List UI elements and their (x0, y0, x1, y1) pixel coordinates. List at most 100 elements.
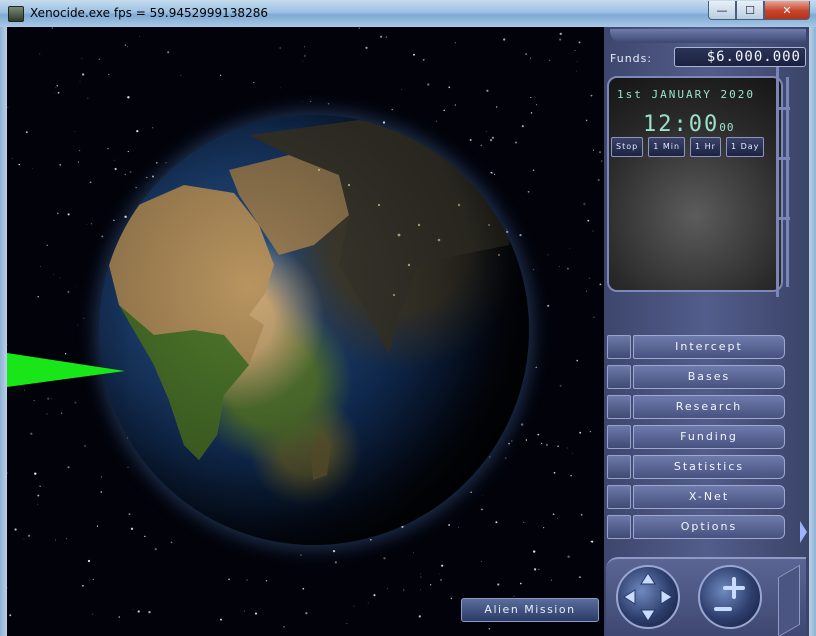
star (547, 254, 549, 256)
star (489, 138, 493, 142)
star (533, 550, 536, 553)
options-button[interactable]: Options (633, 515, 785, 539)
star (489, 456, 491, 458)
star (146, 176, 148, 179)
star (385, 36, 388, 38)
side-panel: Funds: $6.000.000 1st JANUARY 2020 12:00… (604, 27, 809, 636)
close-button[interactable]: ✕ (764, 1, 810, 20)
star (7, 587, 8, 589)
star (567, 555, 570, 558)
star (515, 141, 517, 144)
star (34, 472, 37, 475)
star (380, 35, 383, 38)
statistics-button[interactable]: Statistics (633, 455, 785, 479)
star (81, 58, 83, 60)
star (585, 290, 588, 292)
menu-nub (607, 425, 631, 449)
star (422, 58, 425, 61)
time-speed-buttons: Stop 1 Min 1 Hr 1 Day (611, 137, 765, 157)
funds-label: Funds: (610, 52, 653, 65)
star (550, 579, 553, 581)
star (219, 74, 222, 76)
maximize-button[interactable]: ☐ (736, 1, 764, 20)
speed-stop-button[interactable]: Stop (611, 137, 644, 157)
xnet-button[interactable]: X-Net (633, 485, 785, 509)
star (37, 503, 38, 505)
star (90, 223, 93, 225)
star (591, 540, 594, 543)
star (412, 551, 414, 553)
speed-1min-button[interactable]: 1 Min (648, 137, 686, 157)
star (373, 594, 376, 597)
star (442, 561, 443, 562)
alien-mission-button[interactable]: Alien Mission (461, 598, 599, 622)
star (165, 162, 167, 164)
time-seconds: 00 (719, 121, 735, 134)
star (67, 290, 70, 293)
star (28, 534, 31, 537)
intercept-button[interactable]: Intercept (633, 335, 785, 359)
star (7, 472, 8, 474)
star (74, 130, 76, 132)
funding-button[interactable]: Funding (633, 425, 785, 449)
star (553, 471, 556, 474)
star (506, 230, 509, 234)
star (521, 125, 524, 128)
star (128, 513, 131, 516)
star (510, 440, 513, 442)
star (302, 587, 305, 590)
window-title: Xenocide.exe fps = 59.9452999138286 (30, 6, 268, 20)
star (37, 494, 40, 497)
star (113, 159, 115, 161)
star (486, 89, 489, 92)
globe-zoom-control[interactable] (698, 565, 762, 629)
bases-button[interactable]: Bases (633, 365, 785, 389)
globe-rotate-control[interactable] (616, 565, 680, 629)
star (536, 104, 538, 106)
window-titlebar[interactable]: Xenocide.exe fps = 59.9452999138286 — ☐ … (0, 0, 816, 28)
star (576, 61, 578, 62)
speed-1day-button[interactable]: 1 Day (725, 137, 765, 157)
star (576, 359, 579, 362)
star (127, 96, 130, 99)
star (469, 138, 472, 142)
menu-nub (607, 365, 631, 389)
research-button[interactable]: Research (633, 395, 785, 419)
star (383, 557, 386, 560)
star (137, 610, 140, 613)
star (533, 269, 535, 271)
menu-item-funding: Funding (607, 425, 787, 449)
star (570, 474, 572, 477)
star (506, 228, 508, 230)
star (304, 46, 305, 48)
star (84, 444, 87, 447)
star (508, 442, 511, 445)
star (54, 92, 56, 94)
expand-arrow-icon[interactable] (800, 521, 807, 543)
star (310, 100, 312, 102)
star (81, 73, 85, 76)
star (537, 433, 540, 436)
star (519, 582, 522, 585)
current-date: 1st JANUARY 2020 (617, 88, 755, 101)
earth-globe[interactable] (99, 115, 529, 545)
geoscape-viewport[interactable]: Alien Mission (7, 27, 604, 636)
star (520, 423, 524, 426)
star (67, 466, 70, 469)
panel-corner-decoration (778, 564, 800, 636)
star (458, 526, 459, 528)
menu-item-bases: Bases (607, 365, 787, 389)
star (77, 324, 78, 326)
star (599, 151, 601, 153)
star (454, 42, 456, 44)
star (346, 623, 348, 624)
star (541, 442, 543, 445)
speed-1hr-button[interactable]: 1 Hr (690, 137, 721, 157)
star (583, 202, 586, 206)
star (448, 86, 451, 89)
star (386, 588, 388, 589)
minimize-button[interactable]: — (708, 1, 736, 20)
star (60, 412, 63, 414)
star (96, 525, 99, 527)
star (485, 130, 487, 132)
